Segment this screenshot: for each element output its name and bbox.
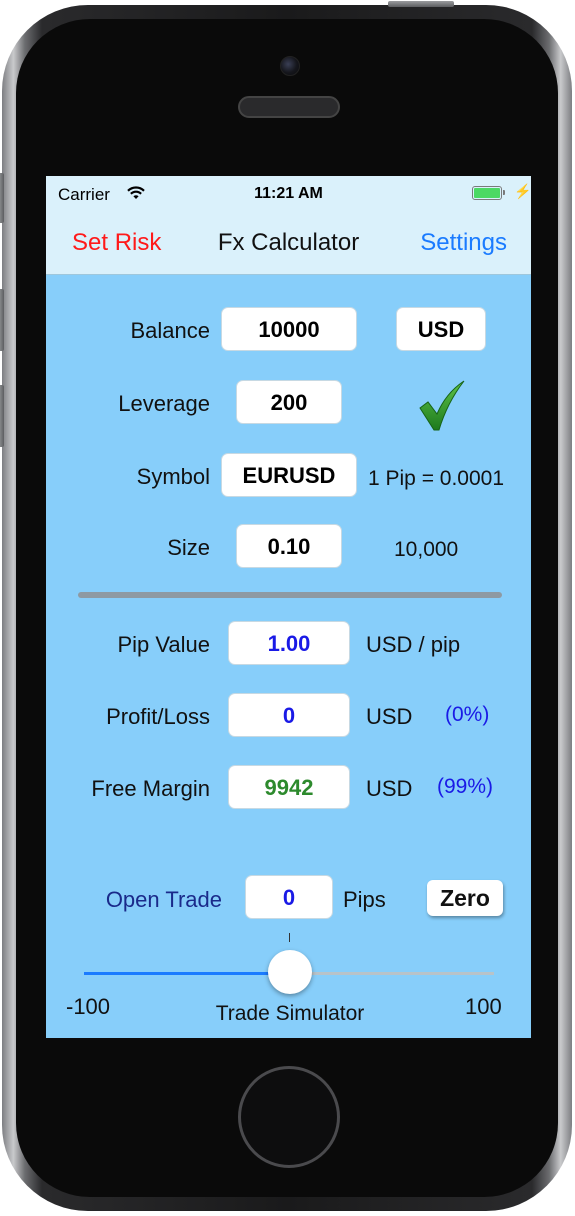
slider-track-filled	[84, 972, 290, 975]
status-bar: Carrier 11:21 AM ⚡	[46, 176, 531, 212]
size-units: 10,000	[394, 538, 459, 561]
free-margin-field: 9942	[228, 765, 350, 809]
earpiece-speaker	[238, 96, 340, 118]
power-button	[388, 1, 454, 7]
balance-field[interactable]: 10000	[221, 307, 357, 351]
open-trade-label: Open Trade	[105, 887, 222, 912]
front-camera	[280, 56, 300, 76]
bolt-icon: ⚡	[514, 183, 531, 199]
profit-loss-unit: USD	[366, 704, 413, 729]
mute-switch	[0, 173, 4, 223]
navigation-bar: Set Risk Fx Calculator Settings	[46, 212, 531, 275]
pip-value-field: 1.00	[228, 621, 350, 665]
leverage-label: Leverage	[118, 391, 210, 416]
app-screen: Carrier 11:21 AM ⚡ Set Risk Fx Calculato…	[46, 176, 531, 1038]
leverage-field[interactable]: 200	[236, 380, 342, 424]
profit-loss-label: Profit/Loss	[106, 704, 210, 729]
home-button[interactable]	[238, 1066, 340, 1168]
slider-max-label: 100	[465, 994, 502, 1019]
slider-caption: Trade Simulator	[215, 1002, 365, 1025]
clock: 11:21 AM	[254, 185, 323, 202]
slider-center-tick	[289, 933, 290, 942]
currency-button[interactable]: USD	[396, 307, 486, 351]
zero-button[interactable]: Zero	[427, 880, 503, 916]
size-label: Size	[167, 535, 210, 560]
pip-size-info: 1 Pip = 0.0001	[368, 467, 505, 490]
pip-value-label: Pip Value	[117, 632, 210, 657]
slider-track-empty	[290, 972, 494, 975]
volume-up-button	[0, 289, 4, 351]
battery-icon	[472, 186, 505, 200]
symbol-field[interactable]: EURUSD	[221, 453, 357, 497]
profit-loss-field: 0	[228, 693, 350, 737]
checkmark-icon	[419, 380, 465, 431]
free-margin-label: Free Margin	[91, 776, 210, 801]
pip-value-unit: USD / pip	[366, 632, 461, 657]
size-field[interactable]: 0.10	[236, 524, 342, 568]
free-margin-percent: (99%)	[437, 775, 494, 798]
profit-loss-percent: (0%)	[445, 703, 490, 726]
symbol-label: Symbol	[136, 464, 210, 489]
pips-label: Pips	[343, 887, 386, 912]
volume-down-button	[0, 385, 4, 447]
settings-button[interactable]: Settings	[420, 229, 507, 257]
section-divider	[78, 592, 502, 598]
balance-label: Balance	[130, 318, 210, 343]
trade-simulator-slider[interactable]	[268, 950, 312, 994]
pips-field[interactable]: 0	[245, 875, 333, 919]
free-margin-unit: USD	[366, 776, 413, 801]
